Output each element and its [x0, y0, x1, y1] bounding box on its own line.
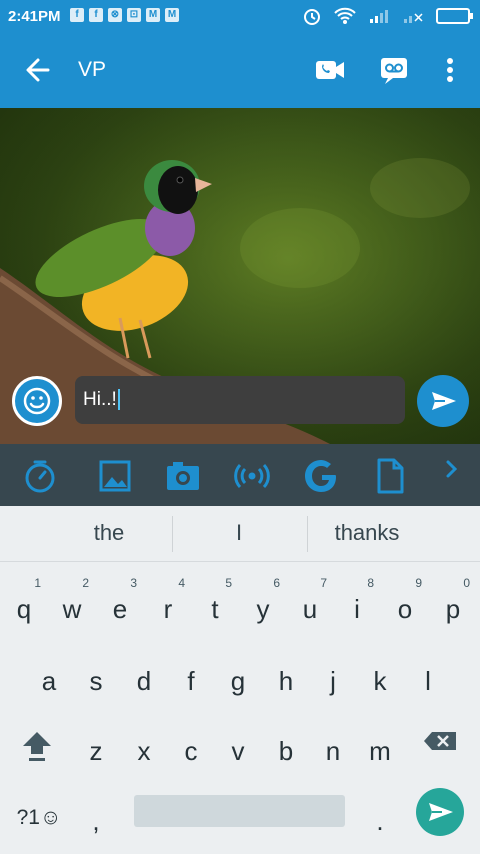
status-bar: 2:41PM f f ⊗ ⊡ M M — [0, 0, 480, 34]
google-icon[interactable] — [301, 456, 341, 496]
key-u[interactable]: 7u — [287, 572, 333, 632]
key-r[interactable]: 4r — [145, 572, 191, 632]
key-m[interactable]: m — [357, 714, 403, 774]
key-a[interactable]: a — [26, 644, 72, 704]
key-h[interactable]: h — [263, 644, 309, 704]
shift-icon — [23, 732, 51, 761]
attachment-toolbar — [0, 444, 480, 506]
key-e[interactable]: 3e — [97, 572, 143, 632]
suggestion-strip: the I thanks — [0, 506, 480, 562]
period-key[interactable]: . — [357, 784, 403, 844]
signal-2-icon — [404, 13, 423, 23]
top-bar: 2:41PM f f ⊗ ⊡ M M VP — [0, 0, 480, 108]
key-j[interactable]: j — [310, 644, 356, 704]
message-text: Hi..! — [83, 389, 117, 410]
notification-icons: f f ⊗ ⊡ M M — [70, 8, 179, 22]
key-q[interactable]: 1q — [1, 572, 47, 632]
key-z[interactable]: z — [73, 714, 119, 774]
conversation-title: VP — [78, 58, 107, 81]
key-b[interactable]: b — [263, 714, 309, 774]
status-time: 2:41PM — [8, 8, 61, 25]
more-vert-icon[interactable] — [432, 52, 468, 88]
key-c[interactable]: c — [168, 714, 214, 774]
send-button[interactable] — [417, 375, 469, 427]
divider — [172, 516, 173, 552]
emoji-button[interactable] — [12, 376, 62, 426]
signal-icon — [370, 10, 388, 23]
gmail-notification-icon: M — [165, 8, 179, 22]
send-icon — [429, 803, 453, 821]
emoji-icon — [23, 387, 51, 415]
key-y[interactable]: 6y — [240, 572, 286, 632]
battery-icon — [436, 8, 473, 24]
app-notification-icon: ⊗ — [108, 8, 122, 22]
key-p[interactable]: 0p — [430, 572, 476, 632]
app-bar: VP — [0, 40, 480, 100]
image-icon[interactable] — [95, 456, 135, 496]
key-i[interactable]: 8i — [334, 572, 380, 632]
shift-key[interactable] — [14, 714, 60, 774]
status-right — [302, 6, 473, 26]
key-k[interactable]: k — [357, 644, 403, 704]
chevron-right-icon[interactable] — [440, 454, 464, 484]
suggestion-item[interactable]: the — [44, 520, 174, 546]
key-t[interactable]: 5t — [192, 572, 238, 632]
backspace-icon — [424, 732, 456, 750]
voicemail-icon[interactable] — [376, 52, 412, 88]
key-f[interactable]: f — [168, 644, 214, 704]
message-input[interactable]: Hi..!​ — [75, 376, 405, 424]
suggestion-item[interactable]: thanks — [302, 520, 432, 546]
key-o[interactable]: 9o — [382, 572, 428, 632]
key-g[interactable]: g — [215, 644, 261, 704]
app-notification-icon: ⊡ — [127, 8, 141, 22]
symbols-key[interactable]: ?1☺ — [8, 784, 70, 844]
facebook-notification-icon: f — [70, 8, 84, 22]
facebook-notification-icon: f — [89, 8, 103, 22]
key-x[interactable]: x — [121, 714, 167, 774]
comma-key[interactable]: , — [73, 784, 119, 844]
arrow-back-icon[interactable] — [22, 50, 54, 90]
wifi-icon — [334, 7, 356, 24]
key-d[interactable]: d — [121, 644, 167, 704]
alarm-icon — [304, 9, 320, 25]
key-l[interactable]: l — [405, 644, 451, 704]
space-bar[interactable] — [134, 795, 345, 827]
text-cursor: ​ — [117, 389, 120, 410]
send-icon — [432, 392, 456, 410]
key-n[interactable]: n — [310, 714, 356, 774]
suggestion-item[interactable]: I — [174, 520, 304, 546]
key-v[interactable]: v — [215, 714, 261, 774]
keyboard-send-button[interactable] — [416, 788, 464, 836]
key-w[interactable]: 2w — [49, 572, 95, 632]
backspace-key[interactable] — [418, 714, 464, 774]
document-icon[interactable] — [370, 456, 410, 496]
key-s[interactable]: s — [73, 644, 119, 704]
keyboard: 1q 2w 3e 4r 5t 6y 7u 8i 9o 0p a s d f g … — [0, 562, 480, 854]
gmail-notification-icon: M — [146, 8, 160, 22]
video-call-icon[interactable] — [312, 52, 348, 88]
timer-icon[interactable] — [20, 456, 60, 496]
broadcast-icon[interactable] — [232, 456, 272, 496]
camera-icon[interactable] — [163, 456, 203, 496]
